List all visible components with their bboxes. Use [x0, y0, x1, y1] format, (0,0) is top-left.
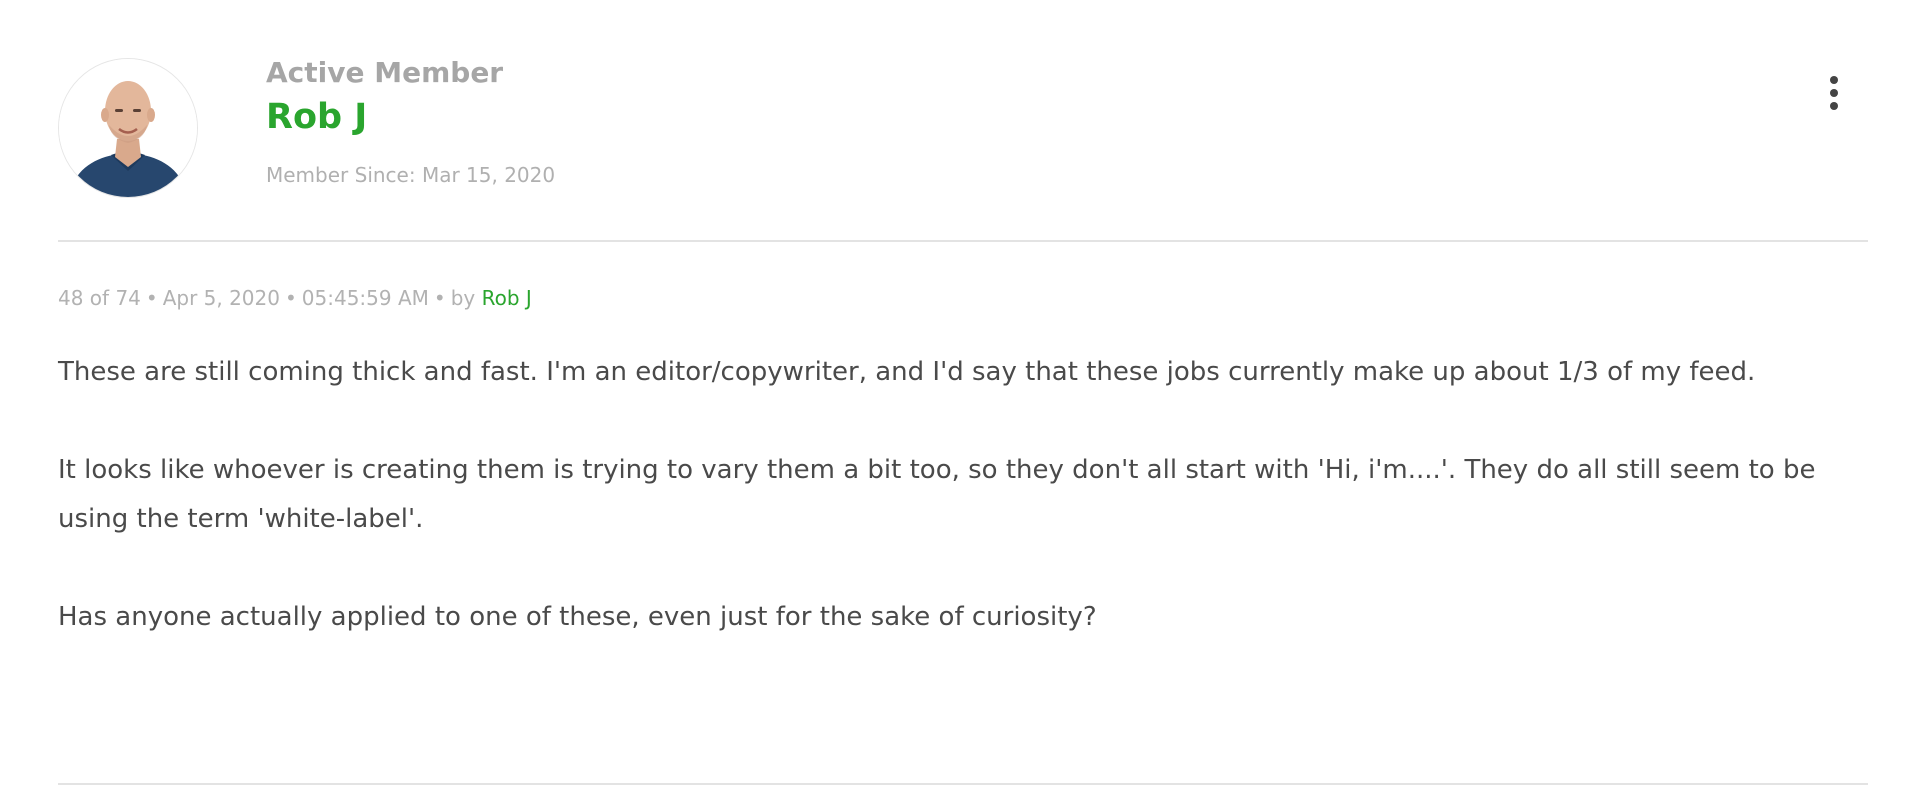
footer-divider: [58, 783, 1868, 785]
post-paragraph: It looks like whoever is creating them i…: [58, 455, 1816, 534]
post-body: These are still coming thick and fast. I…: [58, 348, 1868, 642]
meta-author-link[interactable]: Rob J: [482, 286, 532, 310]
post-time: 05:45:59 AM: [301, 286, 429, 310]
post-options-button[interactable]: [1812, 72, 1856, 116]
header-divider: [58, 240, 1868, 242]
separator-dot: •: [284, 286, 297, 310]
forum-post: Active Member Rob J Member Since: Mar 15…: [0, 0, 1920, 804]
post-paragraph: These are still coming thick and fast. I…: [58, 357, 1756, 387]
post-position: 48 of 74: [58, 286, 141, 310]
by-label: by: [450, 286, 476, 310]
post-paragraph: Has anyone actually applied to one of th…: [58, 602, 1097, 632]
more-vertical-icon: [1830, 76, 1838, 110]
user-photo: [59, 59, 197, 197]
member-since: Member Since: Mar 15, 2020: [266, 163, 556, 187]
post-meta: 48 of 74 • Apr 5, 2020 • 05:45:59 AM • by Rob …: [58, 286, 532, 310]
separator-dot: •: [145, 286, 158, 310]
post-date: Apr 5, 2020: [162, 286, 280, 310]
author-name-link[interactable]: Rob J: [266, 97, 367, 137]
member-role: Active Member: [266, 56, 504, 89]
separator-dot: •: [433, 286, 446, 310]
avatar[interactable]: [58, 58, 198, 198]
